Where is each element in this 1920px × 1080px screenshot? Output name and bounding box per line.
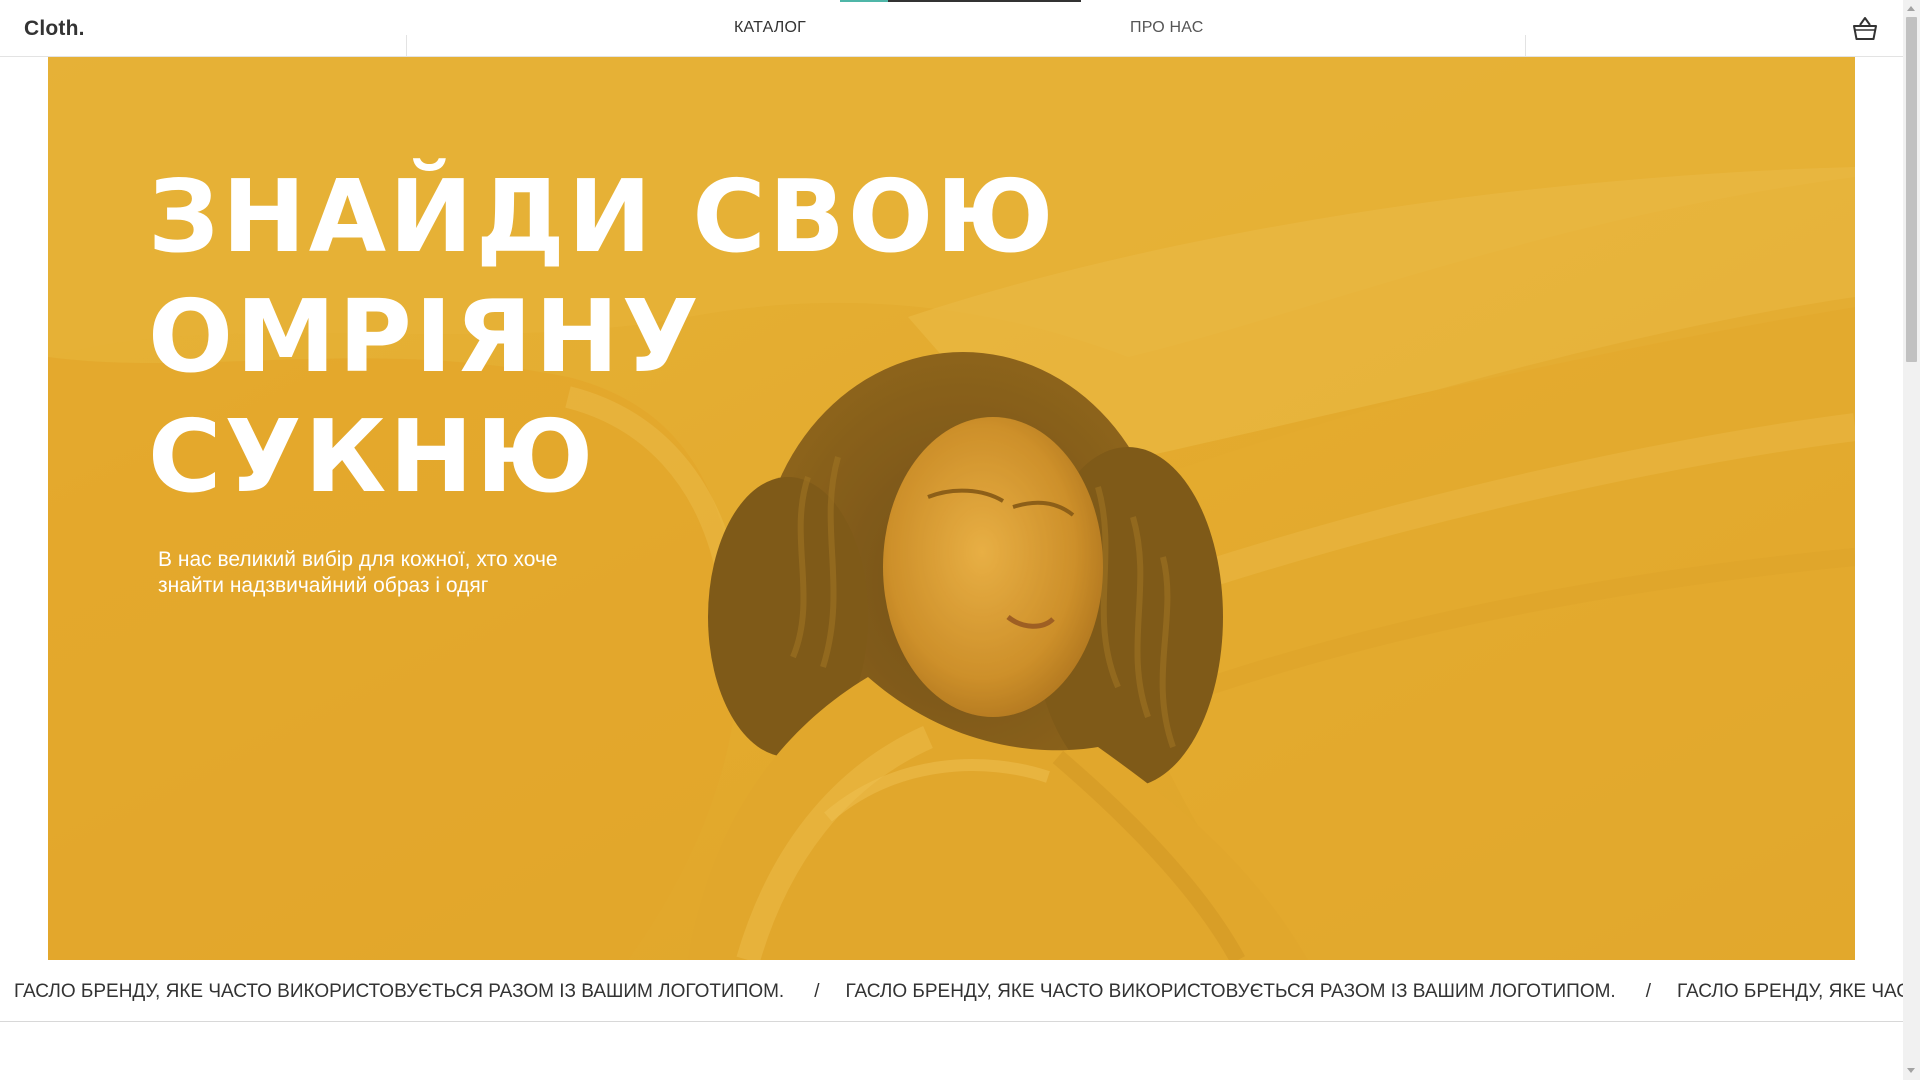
site-logo[interactable]: Cloth. xyxy=(24,17,85,41)
ticker-track: ГАСЛО БРЕНДУ, ЯКЕ ЧАСТО ВИКОРИСТОВУЄТЬСЯ… xyxy=(14,981,1903,1003)
nav-indicator-accent xyxy=(840,0,888,2)
basket-icon xyxy=(1853,17,1877,40)
scroll-down-arrow-icon[interactable] xyxy=(1907,1068,1915,1073)
page-scrollbar[interactable] xyxy=(1903,0,1920,1080)
page: Cloth. КАТАЛОГ ПРО НАС ЗНАЙДИ СВОЮ ОМРІЯ… xyxy=(0,0,1920,1080)
nav-divider-right xyxy=(1525,35,1526,56)
hero-subtitle: В нас великий вибір для кожної, хто хоче… xyxy=(158,548,558,597)
ticker-separator: / xyxy=(814,981,820,1002)
hero-banner: ЗНАЙДИ СВОЮ ОМРІЯНУ СУКНЮ В нас великий … xyxy=(48,57,1855,960)
hero-title: ЗНАЙДИ СВОЮ ОМРІЯНУ СУКНЮ xyxy=(148,158,1057,515)
ticker-item: ГАСЛО БРЕНДУ, ЯКЕ ЧАСТО ВИКОРИСТОВУЄТЬСЯ… xyxy=(14,981,785,1002)
ticker-separator: / xyxy=(1645,981,1651,1002)
brand-slogan-ticker: ГАСЛО БРЕНДУ, ЯКЕ ЧАСТО ВИКОРИСТОВУЄТЬСЯ… xyxy=(0,960,1903,1022)
ticker-item: ГАСЛО БРЕНДУ, ЯКЕ ЧАСТО ВИКОРИСТОВУЄТЬСЯ… xyxy=(1677,981,1903,1002)
site-header: Cloth. КАТАЛОГ ПРО НАС xyxy=(0,0,1903,57)
nav-divider-left xyxy=(406,35,407,56)
nav-link-about[interactable]: ПРО НАС xyxy=(1130,19,1204,37)
ticker-item: ГАСЛО БРЕНДУ, ЯКЕ ЧАСТО ВИКОРИСТОВУЄТЬСЯ… xyxy=(845,981,1616,1002)
scroll-up-arrow-icon[interactable] xyxy=(1907,6,1915,11)
cart-button[interactable] xyxy=(1851,16,1879,42)
scrollbar-thumb[interactable] xyxy=(1906,17,1917,362)
nav-link-catalog[interactable]: КАТАЛОГ xyxy=(734,19,806,37)
